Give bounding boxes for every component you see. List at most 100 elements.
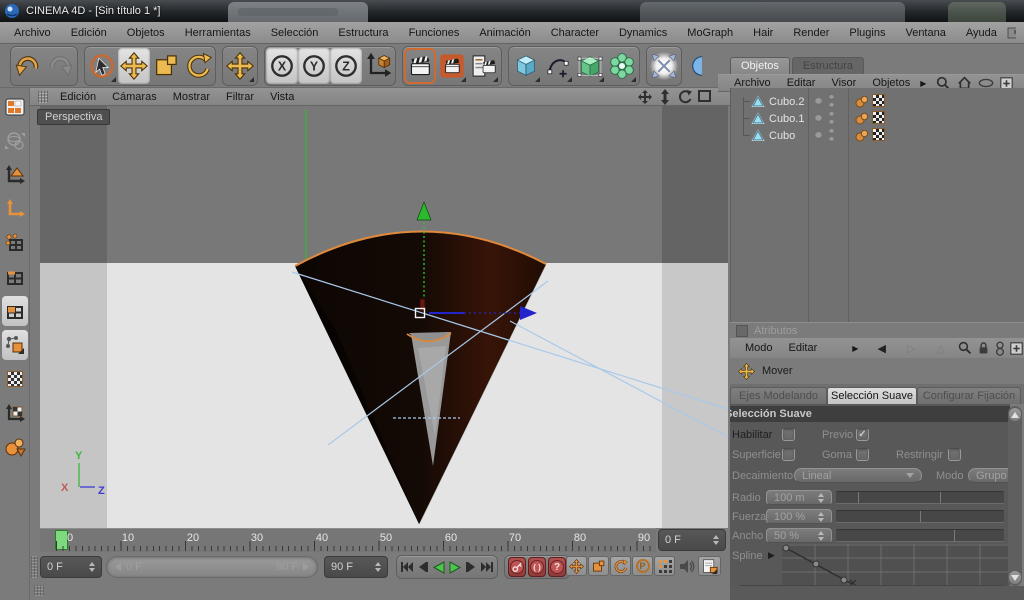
menu-seleccion[interactable]: Selección <box>261 22 329 44</box>
ancho-value-spinner[interactable]: 50 % <box>766 528 832 543</box>
deformer-button[interactable] <box>606 48 638 84</box>
phong-tag-icon[interactable] <box>855 112 869 125</box>
restringir-checkbox[interactable] <box>948 448 961 461</box>
add-icon[interactable] <box>1010 341 1023 355</box>
goto-start-button[interactable] <box>399 557 415 577</box>
visibility-render-dot[interactable] <box>829 103 834 108</box>
menu-estructura[interactable]: Estructura <box>328 22 398 44</box>
window-titlebar[interactable]: CINEMA 4D - [Sin título 1 *] <box>0 0 1024 22</box>
timeline-ruler[interactable]: 0 10 20 30 40 50 60 70 80 90 <box>40 528 656 552</box>
current-frame-spinner[interactable]: 0 F <box>658 529 726 551</box>
visibility-render-dot[interactable] <box>829 137 834 142</box>
menu-dynamics[interactable]: Dynamics <box>609 22 677 44</box>
fuerza-value-spinner[interactable]: 100 % <box>766 509 832 524</box>
object-row[interactable]: Cubo.1 <box>731 110 1024 127</box>
history-forward-icon[interactable]: ▷ <box>899 342 923 355</box>
tab-estructura[interactable]: Estructura <box>791 57 865 74</box>
texture-tag-icon[interactable] <box>872 111 885 124</box>
autokey-button[interactable]: ( ) <box>528 557 546 577</box>
drag-handle[interactable] <box>34 585 44 596</box>
attr-menu-editar[interactable]: Editar <box>781 342 826 354</box>
history-back-icon[interactable]: ◀ <box>869 342 893 355</box>
lock-z-axis-button[interactable]: Z <box>330 47 362 84</box>
edge-mode-button[interactable] <box>2 262 28 292</box>
model-tool-button[interactable] <box>2 160 28 190</box>
vp-menu-edicion[interactable]: Edición <box>52 91 104 103</box>
keyframe-options-button[interactable]: ? <box>548 557 566 577</box>
polygon-mode-button[interactable] <box>1 296 28 326</box>
visibility-editor-dot[interactable] <box>829 95 834 100</box>
cone-object-icon[interactable] <box>751 112 765 125</box>
goto-end-button[interactable] <box>479 557 495 577</box>
previous-frame-button[interactable] <box>415 557 431 577</box>
cone-object-icon[interactable] <box>751 95 765 108</box>
attr-menu-modo[interactable]: Modo <box>737 342 781 354</box>
menu-mograph[interactable]: MoGraph <box>677 22 743 44</box>
camera-label[interactable]: Perspectiva <box>37 109 111 125</box>
menu-render[interactable]: Render <box>783 22 839 44</box>
maximize-view-icon[interactable] <box>697 89 712 104</box>
cone-object-icon[interactable] <box>751 129 765 142</box>
tab-seleccion-suave[interactable]: Selección Suave <box>827 387 917 404</box>
menu-overflow-icon[interactable]: ▶ <box>918 79 928 88</box>
visibility-render-dot[interactable] <box>829 120 834 125</box>
texture-mode-button[interactable] <box>2 364 28 394</box>
menu-animacion[interactable]: Animación <box>469 22 540 44</box>
layer-dot[interactable] <box>815 132 822 139</box>
vp-menu-camaras[interactable]: Cámaras <box>104 91 165 103</box>
scroll-down-button[interactable] <box>1009 571 1021 584</box>
eye-icon[interactable] <box>978 78 994 88</box>
render-view-button[interactable] <box>404 47 436 84</box>
vp-menu-vista[interactable]: Vista <box>262 91 302 103</box>
modo-dropdown[interactable]: Grupo <box>968 468 1010 483</box>
scale-tool-button[interactable] <box>150 48 182 84</box>
next-frame-button[interactable] <box>463 557 479 577</box>
texture-tag-icon[interactable] <box>872 128 885 141</box>
visibility-editor-dot[interactable] <box>829 112 834 117</box>
section-header[interactable]: Selección Suave <box>730 406 1010 422</box>
lock-x-axis-button[interactable]: X <box>266 47 298 84</box>
vp-menu-mostrar[interactable]: Mostrar <box>165 91 218 103</box>
goma-checkbox[interactable] <box>856 448 869 461</box>
fuerza-slider[interactable] <box>836 510 1004 523</box>
live-selection-button[interactable] <box>86 48 118 84</box>
ancho-slider[interactable] <box>836 529 1004 542</box>
object-row[interactable]: Cubo <box>731 127 1024 144</box>
rotate-tool-button[interactable] <box>182 48 214 84</box>
habilitar-checkbox[interactable] <box>782 428 795 441</box>
menu-ayuda[interactable]: Ayuda <box>956 22 1007 44</box>
workplane-mode-button[interactable] <box>1 330 28 360</box>
attributes-vertical-scrollbar[interactable] <box>1008 406 1022 586</box>
move-tool-button[interactable] <box>118 47 150 84</box>
start-frame-spinner[interactable]: 0 F <box>40 556 102 578</box>
point-mode-button[interactable] <box>2 228 28 258</box>
add-cube-button[interactable] <box>510 48 542 84</box>
radio-value-spinner[interactable]: 100 m <box>766 490 832 505</box>
menu-plugins[interactable]: Plugins <box>839 22 895 44</box>
decaimiento-dropdown[interactable]: Lineal <box>794 468 922 483</box>
snap-settings-button[interactable] <box>2 432 28 462</box>
object-row[interactable]: Cubo.2 <box>731 93 1024 110</box>
menu-edicion[interactable]: Edición <box>61 22 117 44</box>
tab-ejes-modelando[interactable]: Ejes Modelando <box>730 387 827 404</box>
parent-up-icon[interactable]: △ <box>928 342 952 355</box>
make-editable-button[interactable] <box>2 92 28 122</box>
play-forwards-button[interactable] <box>447 557 463 577</box>
phong-tag-icon[interactable] <box>855 95 869 108</box>
layout-icon[interactable] <box>1007 27 1016 39</box>
menu-overflow-icon[interactable]: ▶ <box>849 344 861 353</box>
record-parameter-toggle[interactable]: P <box>632 556 653 576</box>
clipped-toolbar-button[interactable] <box>688 48 702 84</box>
spline-expand-icon[interactable]: ▶ <box>768 550 775 561</box>
record-scale-toggle[interactable] <box>588 556 609 576</box>
object-name[interactable]: Cubo.2 <box>769 96 804 108</box>
record-position-toggle[interactable] <box>566 556 587 576</box>
object-axis-mode-button[interactable] <box>2 194 28 224</box>
tab-objetos[interactable]: Objetos <box>730 57 790 74</box>
radio-slider[interactable] <box>836 491 1004 504</box>
record-keyframe-button[interactable] <box>508 557 526 577</box>
object-name[interactable]: Cubo <box>769 130 795 142</box>
record-pla-toggle[interactable] <box>654 556 675 576</box>
search-icon[interactable] <box>958 341 972 355</box>
texture-axis-mode-button[interactable] <box>2 398 28 428</box>
